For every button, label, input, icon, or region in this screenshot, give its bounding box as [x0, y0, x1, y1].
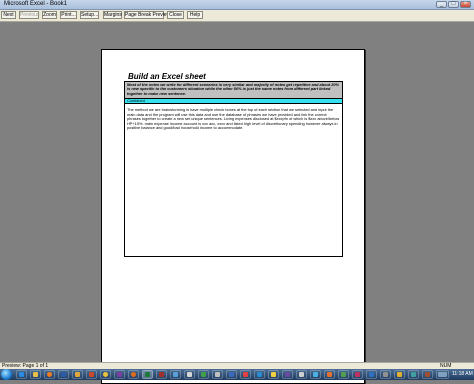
app-icon[interactable]	[310, 370, 321, 379]
page-break-preview-button[interactable]: Page Break Preview	[124, 11, 170, 19]
app-icon[interactable]	[394, 370, 405, 379]
app-icon[interactable]	[170, 370, 181, 379]
preview-area[interactable]: Build an Excel sheet Most of the notes w…	[0, 22, 474, 384]
app-icon[interactable]	[212, 370, 223, 379]
app-icon[interactable]	[268, 370, 279, 379]
previous-button[interactable]: Previous	[19, 11, 39, 19]
help-button[interactable]: Help	[187, 11, 203, 19]
title-bar: Microsoft Excel - Book1 _ □ ×	[0, 0, 474, 10]
app-icon[interactable]	[282, 370, 293, 379]
taskbar: 11:18 AM	[0, 369, 474, 380]
firefox-icon[interactable]	[128, 370, 139, 379]
media-player-icon[interactable]	[44, 370, 55, 379]
close-window-button[interactable]: ×	[460, 1, 471, 8]
setup-button[interactable]: Setup...	[80, 11, 99, 19]
close-preview-button[interactable]: Close	[167, 11, 184, 19]
app-icon[interactable]	[338, 370, 349, 379]
sheet-title: Build an Excel sheet	[128, 72, 206, 81]
print-preview-toolbar: Next Previous Zoom Print... Setup... Mar…	[0, 10, 474, 22]
app-icon[interactable]	[422, 370, 433, 379]
header-cell: Most of the notes we write for different…	[125, 82, 342, 99]
word-icon[interactable]	[58, 370, 69, 379]
next-button[interactable]: Next	[1, 11, 16, 19]
maximize-button[interactable]: □	[448, 1, 459, 8]
margins-button[interactable]: Margins	[103, 11, 122, 19]
app-icon[interactable]	[296, 370, 307, 379]
sheet-table: Most of the notes we write for different…	[124, 81, 343, 257]
window-title: Microsoft Excel - Book1	[4, 1, 68, 7]
excel-icon[interactable]	[142, 370, 153, 379]
app-icon[interactable]	[198, 370, 209, 379]
zoom-button[interactable]: Zoom	[42, 11, 57, 19]
explorer-folder-icon[interactable]	[30, 370, 41, 379]
minimize-button[interactable]: _	[436, 1, 447, 8]
ie-icon[interactable]	[16, 370, 27, 379]
preview-page[interactable]: Build an Excel sheet Most of the notes w…	[101, 49, 365, 384]
app-icon[interactable]	[366, 370, 377, 379]
access-icon[interactable]	[156, 370, 167, 379]
app-icon[interactable]	[352, 370, 363, 379]
start-button[interactable]	[1, 369, 12, 380]
app-icon[interactable]	[254, 370, 265, 379]
body-cell: The method we are brainstorming is have …	[127, 107, 340, 131]
app-icon[interactable]	[226, 370, 237, 379]
app-icon[interactable]	[240, 370, 251, 379]
tray-icons[interactable]	[436, 370, 449, 379]
powerpoint-icon[interactable]	[86, 370, 97, 379]
chrome-icon[interactable]	[100, 370, 111, 379]
app-icon[interactable]	[380, 370, 391, 379]
outlook-icon[interactable]	[72, 370, 83, 379]
taskbar-clock[interactable]: 11:18 AM	[452, 369, 473, 380]
onenote-icon[interactable]	[114, 370, 125, 379]
app-icon[interactable]	[184, 370, 195, 379]
app-icon[interactable]	[324, 370, 335, 379]
print-button[interactable]: Print...	[60, 11, 77, 19]
app-icon[interactable]	[408, 370, 419, 379]
